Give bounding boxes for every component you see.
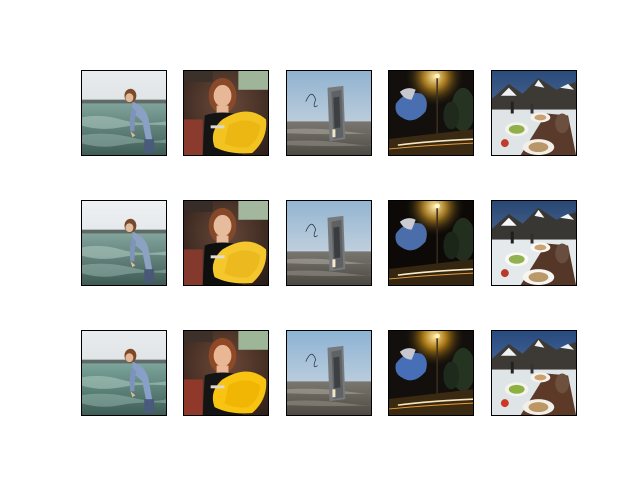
image-tile-woman-bending-over-water — [81, 70, 167, 156]
tile-image — [286, 330, 371, 415]
grid-layer — [81, 70, 577, 416]
tile-image — [81, 200, 166, 285]
tile-image — [286, 200, 371, 285]
image-tile-tall-object-on-beach — [286, 70, 372, 156]
tile-image — [491, 70, 576, 155]
tile-image — [81, 70, 166, 155]
image-tile-tall-object-on-beach — [286, 200, 372, 286]
tile-image — [183, 330, 268, 415]
tile-image — [388, 330, 473, 415]
grid-row-3 — [81, 330, 577, 416]
image-tile-outdoor-dining-table — [491, 330, 577, 416]
tile-image — [81, 330, 166, 415]
tile-image — [286, 70, 371, 155]
tile-image — [183, 200, 268, 285]
image-tile-woman-bending-over-water — [81, 200, 167, 286]
tile-image — [183, 70, 268, 155]
image-grid-figure — [0, 0, 640, 480]
image-tile-outdoor-dining-table — [491, 70, 577, 156]
grid-row-2 — [81, 200, 577, 286]
grid-row-1 — [81, 70, 577, 156]
tile-image — [491, 200, 576, 285]
image-tile-tall-object-on-beach — [286, 330, 372, 416]
image-tile-night-street-scene — [388, 330, 474, 416]
tile-image — [491, 330, 576, 415]
image-tile-woman-bending-over-water — [81, 330, 167, 416]
image-tile-outdoor-dining-table — [491, 200, 577, 286]
tile-image — [388, 200, 473, 285]
tile-image — [388, 70, 473, 155]
image-tile-woman-with-yellow-pillow — [183, 70, 269, 156]
image-tile-night-street-scene — [388, 70, 474, 156]
image-grid-canvas — [81, 70, 577, 416]
image-tile-night-street-scene — [388, 200, 474, 286]
image-tile-woman-with-yellow-pillow — [183, 200, 269, 286]
image-tile-woman-with-yellow-pillow — [183, 330, 269, 416]
